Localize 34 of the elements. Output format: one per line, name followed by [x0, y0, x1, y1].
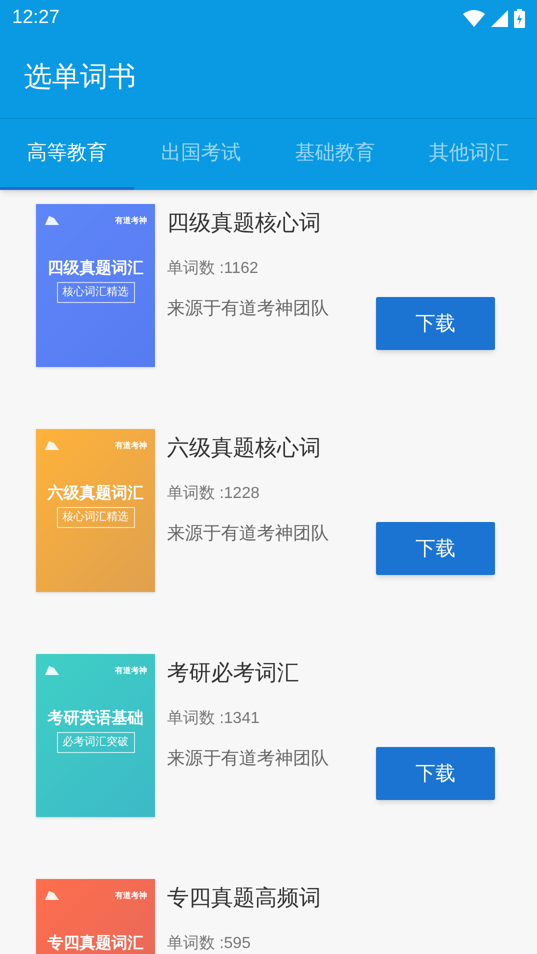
word-count: 单词数 :1162: [167, 259, 260, 279]
book-title: 考研必考词汇: [167, 659, 300, 687]
category-tab[interactable]: 高等教育: [0, 119, 134, 190]
app-title: 选单词书: [24, 60, 136, 94]
status-time: 12:27: [12, 6, 60, 30]
download-button[interactable]: 下载: [376, 522, 495, 575]
cover-brand: 有道考神: [115, 439, 147, 451]
download-button[interactable]: 下载: [376, 747, 495, 800]
cover-title: 专四真题词汇: [48, 935, 144, 951]
cover-title: 考研英语基础: [48, 710, 144, 726]
category-tab[interactable]: 基础教育: [268, 119, 402, 190]
category-tab[interactable]: 其他词汇: [402, 119, 536, 190]
cover-brand: 有道考神: [115, 664, 147, 676]
cover-subtitle: 必考词汇突破: [56, 732, 134, 752]
cover-brand: 有道考神: [115, 889, 147, 901]
word-count: 单词数 :1341: [167, 709, 260, 729]
wifi-icon: [463, 10, 485, 26]
book-title: 四级真题核心词: [167, 209, 322, 237]
cover-brand: 有道考神: [115, 214, 147, 226]
book-source: 来源于有道考神团队: [167, 747, 329, 770]
word-count: 单词数 :595: [167, 934, 252, 954]
book-source: 来源于有道考神团队: [167, 297, 329, 320]
download-button[interactable]: 下载: [376, 297, 495, 350]
book-title: 专四真题高频词: [167, 884, 322, 912]
category-tab[interactable]: 出国考试: [134, 119, 268, 190]
battery-icon: [514, 8, 525, 28]
cover-title: 六级真题词汇: [48, 485, 144, 501]
book-title: 六级真题核心词: [167, 434, 322, 462]
cover-title: 四级真题词汇: [48, 260, 144, 276]
signal-icon: [491, 10, 508, 26]
word-count: 单词数 :1228: [167, 484, 260, 504]
book-source: 来源于有道考神团队: [167, 522, 329, 545]
cover-subtitle: 核心词汇精选: [56, 507, 134, 528]
cover-subtitle: 核心词汇精选: [56, 282, 134, 302]
